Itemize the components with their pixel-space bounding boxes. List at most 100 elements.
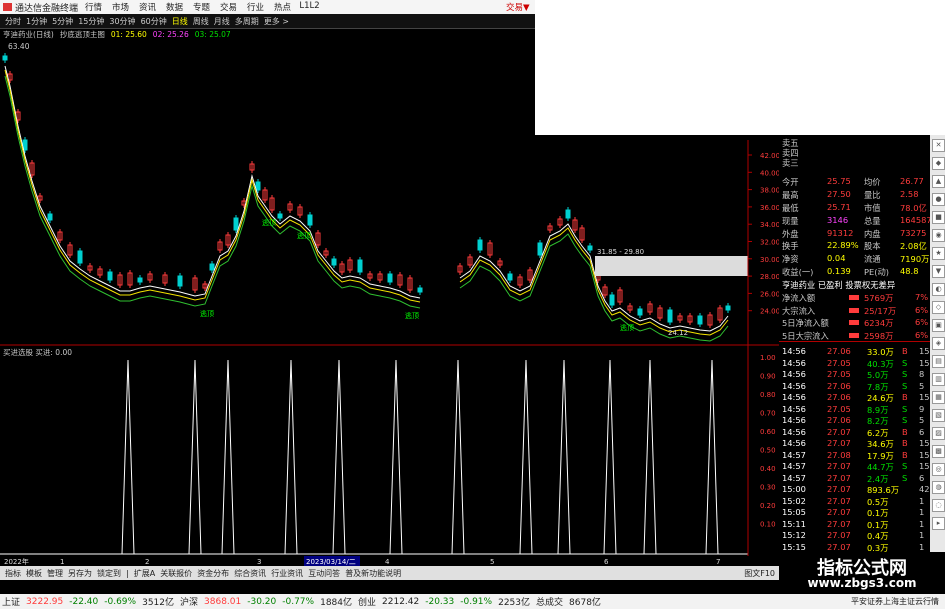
period-tab[interactable]: 60分钟 bbox=[141, 16, 167, 27]
bottom-tab[interactable]: 关联报价 bbox=[160, 568, 192, 579]
tool-icon[interactable]: ★ bbox=[932, 247, 945, 260]
tick-price: 27.07 bbox=[827, 507, 851, 517]
bottom-tab[interactable]: 另存为 bbox=[68, 568, 92, 579]
tool-icon[interactable]: ▲ bbox=[932, 175, 945, 188]
bottom-tab[interactable]: 管理 bbox=[47, 568, 63, 579]
buy-spike bbox=[188, 359, 202, 555]
flow-label: 净流入额 bbox=[782, 293, 816, 303]
tool-icon[interactable]: ◐ bbox=[932, 283, 945, 296]
f10-button[interactable]: 图文F10 bbox=[744, 568, 775, 579]
period-tab[interactable]: 1分钟 bbox=[26, 16, 47, 27]
tool-icon[interactable]: ▸ bbox=[932, 517, 945, 530]
period-tab[interactable]: 5分钟 bbox=[52, 16, 73, 27]
tool-icon[interactable]: ◌ bbox=[932, 499, 945, 512]
quote-label: 最低 bbox=[782, 203, 799, 213]
tool-icon[interactable]: ◎ bbox=[932, 463, 945, 476]
menu-item[interactable]: 专题 bbox=[188, 1, 215, 13]
period-tab[interactable]: 多周期 bbox=[235, 16, 259, 27]
price-tick-label: 32.00 bbox=[760, 239, 779, 247]
orderbook-label: 卖三 bbox=[782, 158, 799, 168]
bottom-tab[interactable]: 普及新功能说明 bbox=[345, 568, 401, 579]
box-label: 31.85 - 29.80 bbox=[597, 248, 644, 256]
period-tab[interactable]: 15分钟 bbox=[78, 16, 104, 27]
tick-count: 5 bbox=[919, 415, 925, 425]
tool-icon[interactable]: ◆ bbox=[932, 157, 945, 170]
tool-icon[interactable]: ▦ bbox=[932, 391, 945, 404]
trade-button[interactable]: 交易▼ bbox=[506, 1, 530, 13]
price-tick-label: 38.00 bbox=[760, 187, 779, 195]
buy-spike bbox=[519, 359, 533, 555]
menu-item[interactable]: 热点 bbox=[269, 1, 296, 13]
tool-icon[interactable]: ▥ bbox=[932, 373, 945, 386]
close-icon[interactable]: ✕ bbox=[932, 139, 945, 152]
period-tab[interactable]: 分时 bbox=[5, 16, 21, 27]
tool-icon[interactable]: ◍ bbox=[932, 481, 945, 494]
quote-value: 26.77 bbox=[900, 176, 924, 186]
candle-body bbox=[255, 181, 261, 191]
bottom-tab[interactable]: 综合资讯 bbox=[234, 568, 266, 579]
period-tab[interactable]: 月线 bbox=[214, 16, 230, 27]
menu-item[interactable]: 行业 bbox=[242, 1, 269, 13]
index-sh-label[interactable]: 上证 bbox=[2, 595, 20, 608]
tick-price: 27.06 bbox=[827, 392, 851, 402]
menu-item[interactable]: 数据 bbox=[161, 1, 188, 13]
bottom-tab[interactable]: 资金分布 bbox=[197, 568, 229, 579]
candle-body bbox=[137, 277, 143, 283]
tool-icon[interactable]: ■ bbox=[932, 211, 945, 224]
x-label: 3 bbox=[257, 558, 261, 566]
menu-item[interactable]: L1L2 bbox=[296, 1, 323, 13]
index-hs-label[interactable]: 沪深 bbox=[180, 595, 198, 608]
buy-spike bbox=[643, 359, 657, 555]
tool-icon[interactable]: ◈ bbox=[932, 337, 945, 350]
period-tab[interactable]: 30分钟 bbox=[109, 16, 135, 27]
bottom-tab[interactable]: 锁定到 bbox=[97, 568, 121, 579]
tick-side: B bbox=[902, 392, 908, 402]
index-hs-change: -30.20 bbox=[247, 596, 277, 607]
tool-icon[interactable]: ▤ bbox=[932, 355, 945, 368]
indicator-chart[interactable]: 1.00 0.90 0.80 0.70 0.60 0.50 0.40 0.30 0.20 0.10 bbox=[0, 346, 779, 556]
tick-count: 15 bbox=[919, 346, 930, 356]
bottom-tab[interactable]: 模板 bbox=[26, 568, 42, 579]
indicator-axis: 1.00 0.90 0.80 0.70 0.60 0.50 0.40 0.30 0.20 0.10 bbox=[760, 354, 776, 529]
stat-label: 流通 bbox=[864, 254, 881, 264]
bottom-tab[interactable]: 互动问答 bbox=[308, 568, 340, 579]
x-label: 2022年 bbox=[4, 557, 29, 566]
formula-name[interactable]: 抄底逃顶主图 bbox=[60, 29, 105, 40]
price-tick-label: 28.00 bbox=[760, 273, 779, 281]
tool-icon[interactable]: ▧ bbox=[932, 409, 945, 422]
index-cy-pct: -0.91% bbox=[460, 596, 493, 607]
tick-time: 15:15 bbox=[782, 541, 806, 552]
index-cy-label[interactable]: 创业 bbox=[358, 595, 376, 608]
tool-icon[interactable]: ◉ bbox=[932, 229, 945, 242]
bottom-tab[interactable]: 扩展A bbox=[134, 568, 155, 579]
period-tab-selected[interactable]: 日线 bbox=[172, 16, 188, 27]
menu-item[interactable]: 市场 bbox=[107, 1, 134, 13]
candle-body bbox=[277, 213, 283, 219]
candlestick-chart[interactable]: 63.40 31.85 - 29.80 24.12 逃顶 逃顶 逃顶 逃顶 逃顶… bbox=[0, 40, 779, 346]
quote-row: 今开 25.75 均价 26.77 bbox=[782, 175, 930, 188]
x-label: 1 bbox=[60, 558, 64, 566]
tool-icon[interactable]: ● bbox=[932, 193, 945, 206]
menu-item[interactable]: 行情 bbox=[80, 1, 107, 13]
bottom-tab[interactable]: 指标 bbox=[5, 568, 21, 579]
period-tab[interactable]: 周线 bbox=[193, 16, 209, 27]
stat-value: 7190万 bbox=[900, 254, 930, 264]
flow-bar bbox=[849, 307, 859, 313]
stat-value: 2.08亿 bbox=[900, 241, 927, 251]
tick-side: B bbox=[902, 426, 908, 437]
bottom-tab[interactable]: 行业资讯 bbox=[271, 568, 303, 579]
stat-value: 0.139 bbox=[827, 266, 851, 276]
buy-spike bbox=[284, 359, 298, 555]
indicator-tick-label: 0.20 bbox=[760, 502, 776, 510]
tool-icon[interactable]: ▣ bbox=[932, 319, 945, 332]
tool-icon[interactable]: ▼ bbox=[932, 265, 945, 278]
tool-icon[interactable]: ▨ bbox=[932, 427, 945, 440]
menu-item[interactable]: 交易 bbox=[215, 1, 242, 13]
tool-icon[interactable]: ◇ bbox=[932, 301, 945, 314]
tick-count: 1 bbox=[919, 541, 925, 552]
tool-icon[interactable]: ▩ bbox=[932, 445, 945, 458]
period-tab[interactable]: 更多 > bbox=[264, 16, 289, 27]
candle-body bbox=[177, 275, 183, 287]
tick-price: 27.07 bbox=[827, 541, 851, 552]
menu-item[interactable]: 资讯 bbox=[134, 1, 161, 13]
